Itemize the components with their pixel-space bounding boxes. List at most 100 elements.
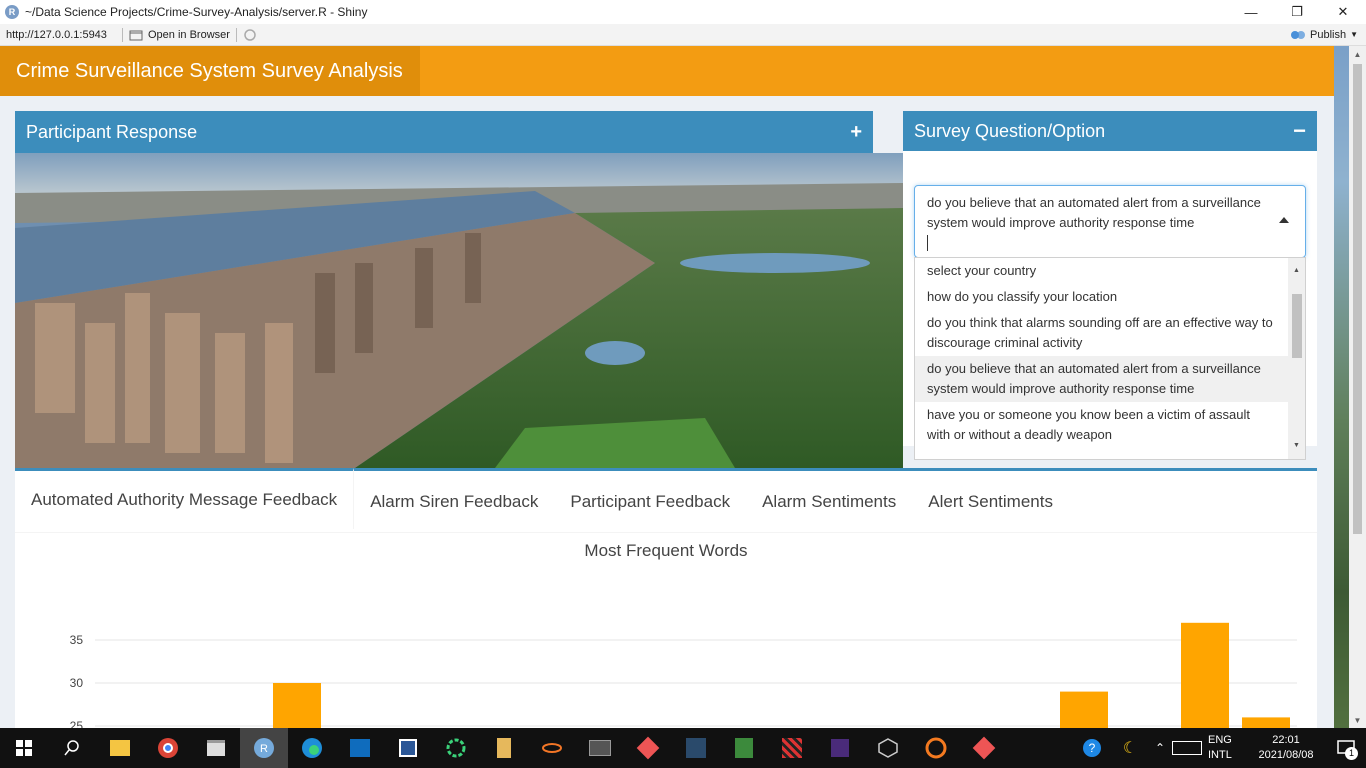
- survey-question-title: Survey Question/Option: [914, 120, 1106, 141]
- window-title: ~/Data Science Projects/Crime-Survey-Ana…: [25, 5, 368, 19]
- caret-up-icon[interactable]: [1279, 217, 1289, 223]
- windows-start-icon[interactable]: [0, 728, 48, 768]
- participant-response-box-header: Participant Response +: [15, 111, 873, 153]
- store-icon[interactable]: [192, 728, 240, 768]
- app-title: Crime Surveillance System Survey Analysi…: [0, 46, 420, 96]
- notification-count: 1: [1345, 747, 1358, 760]
- window-controls: — ❐ ✕: [1228, 0, 1366, 24]
- chart-bar[interactable]: [1181, 622, 1229, 728]
- scroll-down-icon[interactable]: ▼: [1349, 712, 1366, 728]
- chrome-icon[interactable]: [144, 728, 192, 768]
- scroll-down-icon[interactable]: ▼: [1288, 436, 1305, 456]
- divider: [122, 27, 123, 42]
- background-image-edge: [1334, 46, 1349, 728]
- refresh-icon[interactable]: [243, 28, 257, 42]
- y-tick-label: 30: [70, 676, 84, 690]
- outlook-icon[interactable]: [336, 728, 384, 768]
- octave-icon[interactable]: [912, 728, 960, 768]
- chart-bar[interactable]: [1060, 691, 1108, 728]
- scroll-up-icon[interactable]: ▲: [1349, 46, 1366, 62]
- survey-question-box-header: Survey Question/Option −: [903, 111, 1317, 151]
- publish-button[interactable]: Publish ▼: [1290, 29, 1358, 41]
- r-logo-icon: R: [5, 5, 19, 19]
- keyboard-icon[interactable]: [1172, 741, 1202, 755]
- collapse-button[interactable]: −: [1293, 118, 1306, 144]
- chart-bar[interactable]: [273, 683, 321, 728]
- rstudio-icon[interactable]: R: [240, 728, 288, 768]
- chart-title: Most Frequent Words: [584, 541, 748, 560]
- text-cursor: [927, 235, 928, 251]
- help-icon[interactable]: ?: [1072, 728, 1112, 768]
- svg-text:?: ?: [1089, 741, 1096, 755]
- git-icon[interactable]: [624, 728, 672, 768]
- y-tick-label: 25: [70, 719, 84, 728]
- expand-button[interactable]: +: [850, 121, 862, 144]
- divider: [235, 27, 237, 42]
- search-icon[interactable]: [48, 728, 96, 768]
- checker-app-icon[interactable]: [768, 728, 816, 768]
- latex-icon[interactable]: [816, 728, 864, 768]
- bar-chart: 20253035: [70, 622, 1297, 728]
- page-scroll-thumb[interactable]: [1353, 64, 1362, 534]
- url-text: http://127.0.0.1:5943: [6, 28, 107, 41]
- chart-app-icon[interactable]: [720, 728, 768, 768]
- dropdown-scrollbar[interactable]: ▲ ▼: [1288, 258, 1305, 459]
- terminal-icon[interactable]: [576, 728, 624, 768]
- dropdown-option[interactable]: do you think that alarms sounding off ar…: [915, 310, 1305, 356]
- jupyter-icon[interactable]: [528, 728, 576, 768]
- dropdown-option[interactable]: how do you classify your location: [915, 284, 1305, 310]
- question-dropdown: select your country how do you classify …: [914, 257, 1306, 460]
- tab-alert-sentiments[interactable]: Alert Sentiments: [912, 471, 1069, 532]
- open-in-browser-button[interactable]: Open in Browser: [129, 29, 230, 41]
- city-scene: [15, 153, 903, 468]
- participant-response-title: Participant Response: [26, 121, 198, 142]
- survey-question-select[interactable]: do you believe that an automated alert f…: [914, 185, 1306, 258]
- git-gui-icon[interactable]: [960, 728, 1008, 768]
- y-tick-label: 35: [70, 633, 84, 647]
- chart-bar[interactable]: [1242, 717, 1290, 728]
- clock[interactable]: 22:01 2021/08/08: [1246, 733, 1326, 763]
- app-header: Crime Surveillance System Survey Analysi…: [0, 46, 1334, 96]
- notification-icon[interactable]: 1: [1326, 728, 1366, 768]
- window-titlebar: R ~/Data Science Projects/Crime-Survey-A…: [0, 0, 1366, 24]
- edge-icon[interactable]: [288, 728, 336, 768]
- clock-time: 22:01: [1272, 734, 1300, 746]
- refresh-app-icon[interactable]: [432, 728, 480, 768]
- app-icon[interactable]: [384, 728, 432, 768]
- open-in-browser-label: Open in Browser: [148, 28, 230, 41]
- file-explorer-icon[interactable]: [96, 728, 144, 768]
- chevron-down-icon: ▼: [1350, 30, 1358, 39]
- layout-label: INTL: [1208, 749, 1232, 761]
- windows-taskbar: R ? ☾ ⌃ ENG INTL 22:01 2021/08/08 1: [0, 728, 1366, 768]
- selected-question: do you believe that an automated alert f…: [927, 195, 1261, 230]
- viewer-toolbar: http://127.0.0.1:5943 Open in Browser Pu…: [0, 24, 1366, 46]
- publish-icon: [1291, 30, 1305, 39]
- tab-alarm-sentiments[interactable]: Alarm Sentiments: [746, 471, 912, 532]
- page-scrollbar[interactable]: ▲ ▼: [1349, 46, 1366, 728]
- close-button[interactable]: ✕: [1320, 0, 1366, 24]
- moon-icon[interactable]: ☾: [1112, 728, 1148, 768]
- chevron-up-icon[interactable]: ⌃: [1148, 741, 1172, 755]
- maximize-button[interactable]: ❐: [1274, 0, 1320, 24]
- dropdown-option-selected[interactable]: do you believe that an automated alert f…: [915, 356, 1305, 402]
- svg-text:R: R: [260, 743, 268, 755]
- tab-participant-feedback[interactable]: Participant Feedback: [554, 471, 746, 532]
- system-tray: ? ☾ ⌃ ENG INTL 22:01 2021/08/08 1: [1072, 728, 1366, 768]
- folder-icon[interactable]: [480, 728, 528, 768]
- dropdown-scroll-thumb[interactable]: [1292, 294, 1302, 358]
- scroll-up-icon[interactable]: ▲: [1288, 261, 1305, 281]
- virtualbox-icon[interactable]: [864, 728, 912, 768]
- tab-bar: Automated Authority Message Feedback Ala…: [15, 468, 1317, 533]
- dropdown-option[interactable]: have you or someone you know been a vict…: [915, 402, 1305, 448]
- window-icon: [129, 30, 143, 40]
- tab-alarm-siren-feedback[interactable]: Alarm Siren Feedback: [354, 471, 554, 532]
- language-indicator[interactable]: ENG INTL: [1208, 733, 1246, 763]
- city-background-image: [15, 153, 903, 468]
- matlab-icon[interactable]: [672, 728, 720, 768]
- dropdown-option[interactable]: select your country: [915, 258, 1305, 284]
- clock-date: 2021/08/08: [1258, 749, 1314, 761]
- tab-automated-authority-message-feedback[interactable]: Automated Authority Message Feedback: [15, 468, 355, 529]
- tab-panel: Automated Authority Message Feedback Ala…: [15, 468, 1317, 728]
- publish-label: Publish: [1310, 28, 1347, 41]
- minimize-button[interactable]: —: [1228, 0, 1274, 24]
